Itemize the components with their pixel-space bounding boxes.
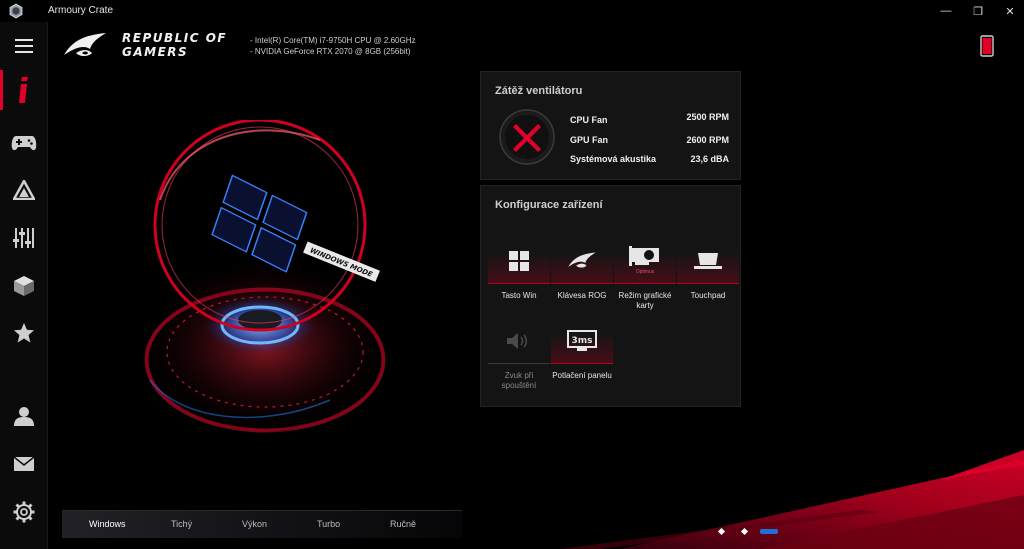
wordmark-line-2: GAMERS xyxy=(122,45,189,59)
windows-key-icon xyxy=(509,250,529,271)
fan-load-panel: Zátěž ventilátoru CPU Fan 2500 RPM GPU F… xyxy=(480,71,741,180)
windows-mode-hero: WINDOWS MODE xyxy=(144,120,386,433)
sidebar-item-aura[interactable] xyxy=(0,170,48,210)
aura-triangle-icon xyxy=(13,180,35,200)
tile-boot-sound[interactable]: Zvuk při spouštění xyxy=(488,318,550,391)
sidebar-item-news[interactable] xyxy=(0,444,48,484)
graphics-card-icon xyxy=(629,246,659,266)
hamburger-menu-icon xyxy=(15,39,33,53)
sidebar-item-settings-sliders[interactable] xyxy=(0,218,48,258)
tile-touchpad[interactable]: Touchpad xyxy=(677,238,739,301)
tile-label: Touchpad xyxy=(690,291,726,300)
gear-icon xyxy=(13,501,35,523)
mode-turbo[interactable]: Turbo xyxy=(317,519,340,529)
close-button[interactable]: ✕ xyxy=(994,0,1024,22)
tile-label: Režim grafické karty xyxy=(618,291,672,310)
tile-label: Tasto Win xyxy=(501,291,537,300)
gpu-spec: - NVIDIA GeForce RTX 2070 @ 8GB (256bit) xyxy=(250,47,411,56)
cpu-spec: - Intel(R) Core(TM) i7-9750H CPU @ 2.60G… xyxy=(250,36,416,45)
tile-windows-key[interactable]: Tasto Win xyxy=(488,238,550,301)
system-specs: - Intel(R) Core(TM) i7-9750H CPU @ 2.60G… xyxy=(250,35,416,57)
tile-rog-key[interactable]: Klávesa ROG xyxy=(551,238,613,301)
panel-overdrive-icon: 3ms xyxy=(567,329,597,351)
minimize-button[interactable]: — xyxy=(930,0,962,22)
tile-panel-overdrive[interactable]: 3ms Potlačení panelu xyxy=(551,318,613,381)
sidebar-item-featured[interactable] xyxy=(0,313,48,353)
touchpad-icon xyxy=(694,252,722,269)
background-decoration xyxy=(560,450,1024,549)
gamepad-icon xyxy=(11,136,37,151)
home-info-icon xyxy=(19,77,28,103)
menu-button[interactable] xyxy=(0,26,48,66)
cpu-fan-value: 2500 RPM xyxy=(686,112,729,122)
config-panel-title: Konfigurace zařízení xyxy=(495,199,603,211)
mode-windows[interactable]: Windows xyxy=(89,519,126,529)
wordmark-line-1: REPUBLIC OF xyxy=(122,31,228,45)
page-indicator-active[interactable] xyxy=(760,529,778,534)
sidebar-item-armoury[interactable] xyxy=(0,266,48,306)
device-configuration-panel: Konfigurace zařízení Tasto Win Klávesa R… xyxy=(480,185,741,407)
tile-label: Zvuk při spouštění xyxy=(501,371,537,390)
sidebar-item-home[interactable] xyxy=(0,70,48,110)
user-lock-icon xyxy=(14,407,34,426)
cube-icon xyxy=(14,276,34,296)
rog-eye-logo xyxy=(64,33,106,56)
system-acoustics-value: 23,6 dBA xyxy=(690,154,729,164)
mail-icon xyxy=(14,457,34,471)
mobile-device-icon[interactable] xyxy=(980,35,994,57)
tile-graphics-mode[interactable]: Optimus Režim grafické karty xyxy=(614,238,676,311)
mode-silent[interactable]: Tichý xyxy=(171,519,192,529)
mode-performance[interactable]: Výkon xyxy=(242,519,267,529)
restore-button[interactable]: ❐ xyxy=(962,0,994,22)
sliders-icon xyxy=(13,228,34,248)
sidebar xyxy=(0,22,48,549)
gpu-fan-label: GPU Fan xyxy=(570,135,609,145)
system-acoustics-label: Systémová akustika xyxy=(570,154,657,164)
rog-wordmark: REPUBLIC OF GAMERS xyxy=(122,31,227,59)
fan-icon xyxy=(499,109,555,165)
tile-label: Potlačení panelu xyxy=(552,371,612,380)
title-bar: Armoury Crate — ❐ ✕ xyxy=(0,0,1024,22)
fan-panel-title: Zátěž ventilátoru xyxy=(495,85,583,97)
star-icon xyxy=(14,323,34,343)
tile-label: Klávesa ROG xyxy=(557,291,607,300)
sidebar-item-game[interactable] xyxy=(0,123,48,163)
overdrive-badge: 3ms xyxy=(572,336,593,346)
sidebar-item-user[interactable] xyxy=(0,396,48,436)
optimus-badge: Optimus xyxy=(635,269,655,275)
operating-mode-bar: Windows Tichý Výkon Turbo Ručně xyxy=(62,510,462,538)
gpu-fan-value: 2600 RPM xyxy=(686,135,729,145)
cpu-fan-label: CPU Fan xyxy=(570,115,608,125)
mode-manual[interactable]: Ručně xyxy=(390,519,416,529)
boot-sound-icon xyxy=(507,332,527,349)
rog-key-icon xyxy=(568,252,596,268)
sidebar-item-settings[interactable] xyxy=(0,492,48,532)
armoury-crate-app-icon xyxy=(9,3,23,19)
window-title: Armoury Crate xyxy=(48,5,114,16)
